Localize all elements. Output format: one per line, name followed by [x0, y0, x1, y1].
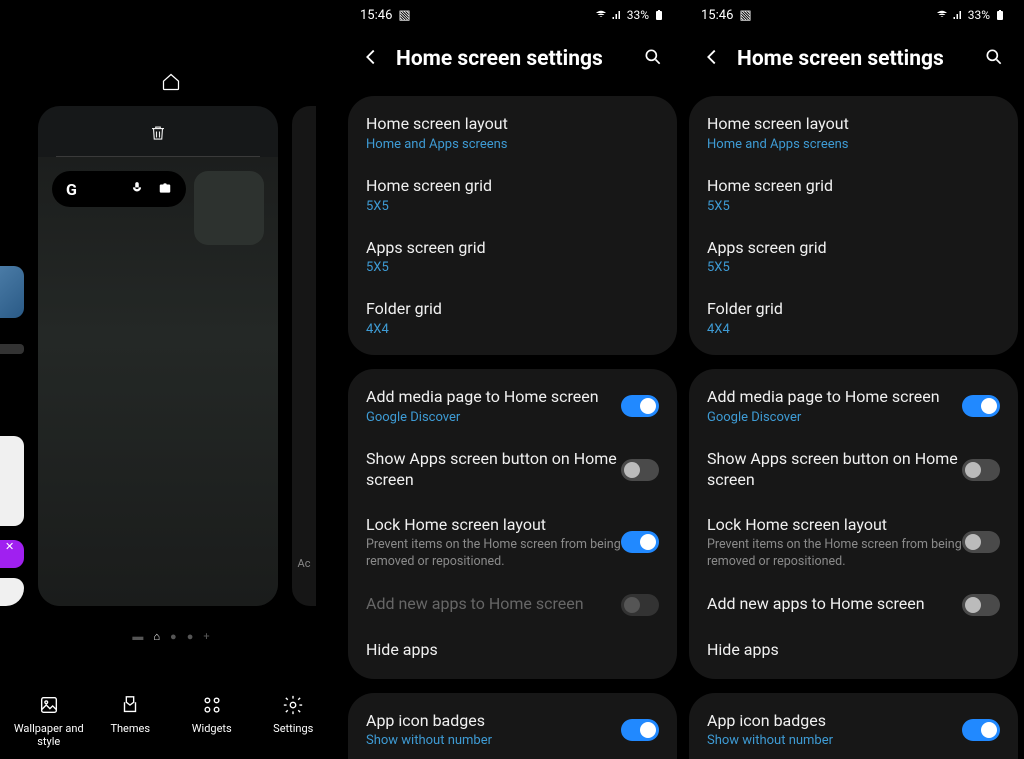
widget-thumb: [0, 344, 24, 354]
search-button[interactable]: [984, 47, 1004, 71]
card-badges: App icon badgesShow without number Swipe…: [689, 693, 1018, 759]
row-home-layout[interactable]: Home screen layoutHome and Apps screens: [348, 102, 677, 164]
toggle-media-page[interactable]: [621, 395, 659, 417]
toggle-badges[interactable]: [962, 719, 1000, 741]
row-apps-grid[interactable]: Apps screen grid5X5: [348, 226, 677, 288]
card-grid: Home screen layoutHome and Apps screens …: [689, 96, 1018, 355]
settings-button[interactable]: Settings: [258, 694, 328, 750]
toggle-show-apps[interactable]: [621, 459, 659, 481]
card-options: Add media page to Home screenGoogle Disc…: [689, 369, 1018, 678]
wallpaper-button[interactable]: Wallpaper and style: [14, 694, 84, 750]
home-editor-panel: G Ac ▬ ⌂ ● ● + W: [0, 0, 342, 759]
wifi-icon: [936, 9, 948, 21]
settings-panel-unlocked: 15:46 ▧ 33% Home screen settings Home sc…: [683, 0, 1024, 759]
widget-purple: [0, 540, 24, 568]
settings-header: Home screen settings: [683, 30, 1024, 96]
card-grid: Home screen layoutHome and Apps screens …: [348, 96, 677, 355]
page-title: Home screen settings: [737, 47, 944, 71]
row-home-grid[interactable]: Home screen grid5X5: [689, 164, 1018, 226]
status-bar: 15:46 ▧ 33%: [342, 0, 683, 30]
prev-page-sliver[interactable]: [0, 106, 24, 606]
page-dot: ●: [187, 630, 194, 643]
signal-icon: [611, 9, 623, 21]
notification-icon: ▧: [398, 8, 410, 23]
page-content: G: [38, 157, 278, 606]
battery-pct: 33%: [968, 8, 990, 22]
page-title: Home screen settings: [396, 47, 603, 71]
toggle-media-page[interactable]: [962, 395, 1000, 417]
signal-icon: [952, 9, 964, 21]
toggle-add-new-apps: [621, 594, 659, 616]
row-media-page[interactable]: Add media page to Home screenGoogle Disc…: [689, 375, 1018, 437]
battery-icon: [653, 9, 665, 21]
card-badges: App icon badgesShow without number Swipe…: [348, 693, 677, 759]
home-icon[interactable]: [161, 72, 181, 96]
notification-icon: ▧: [739, 8, 751, 23]
row-badges[interactable]: App icon badgesShow without number: [348, 699, 677, 759]
row-lock-layout[interactable]: Lock Home screen layoutPrevent items on …: [348, 503, 677, 582]
row-lock-layout[interactable]: Lock Home screen layoutPrevent items on …: [689, 503, 1018, 582]
battery-icon: [994, 9, 1006, 21]
row-add-new-apps[interactable]: Add new apps to Home screen: [689, 582, 1018, 628]
toggle-add-new-apps[interactable]: [962, 594, 1000, 616]
toggle-lock-layout[interactable]: [621, 531, 659, 553]
search-button[interactable]: [643, 47, 663, 71]
back-button[interactable]: [360, 46, 382, 72]
widget-white: [0, 436, 24, 526]
row-home-grid[interactable]: Home screen grid5X5: [348, 164, 677, 226]
settings-header: Home screen settings: [342, 30, 683, 96]
toggle-show-apps[interactable]: [962, 459, 1000, 481]
widgets-label: Widgets: [192, 722, 232, 736]
settings-scroll[interactable]: Home screen layoutHome and Apps screens …: [683, 96, 1024, 759]
row-home-layout[interactable]: Home screen layoutHome and Apps screens: [689, 102, 1018, 164]
row-folder-grid[interactable]: Folder grid4X4: [689, 287, 1018, 349]
toggle-lock-layout[interactable]: [962, 531, 1000, 553]
status-time: 15:46: [701, 8, 733, 23]
add-page-icon[interactable]: +: [203, 630, 209, 643]
themes-button[interactable]: Themes: [95, 694, 165, 750]
mic-icon[interactable]: [130, 180, 144, 199]
delete-page-button[interactable]: [56, 124, 260, 157]
settings-scroll[interactable]: Home screen layoutHome and Apps screens …: [342, 96, 683, 759]
back-button[interactable]: [701, 46, 723, 72]
page-dot: ●: [170, 630, 177, 643]
settings-panel-locked: 15:46 ▧ 33% Home screen settings Home sc…: [342, 0, 683, 759]
home-dot-icon: ⌂: [153, 630, 160, 643]
row-show-apps-btn[interactable]: Show Apps screen button on Home screen: [348, 437, 677, 503]
google-logo-icon: G: [66, 180, 77, 199]
page-carousel[interactable]: G Ac: [0, 106, 342, 606]
current-home-page[interactable]: G: [38, 106, 278, 606]
row-apps-grid[interactable]: Apps screen grid5X5: [689, 226, 1018, 288]
row-hide-apps[interactable]: Hide apps: [689, 628, 1018, 673]
row-folder-grid[interactable]: Folder grid4X4: [348, 287, 677, 349]
status-time: 15:46: [360, 8, 392, 23]
camera-icon[interactable]: [158, 180, 172, 199]
editor-bottom-bar: Wallpaper and style Themes Widgets Setti…: [0, 694, 342, 750]
card-options: Add media page to Home screenGoogle Disc…: [348, 369, 677, 678]
weather-widget[interactable]: [194, 171, 264, 245]
feed-dot: ▬: [132, 630, 143, 643]
widgets-button[interactable]: Widgets: [177, 694, 247, 750]
toggle-badges[interactable]: [621, 719, 659, 741]
row-show-apps-btn[interactable]: Show Apps screen button on Home screen: [689, 437, 1018, 503]
themes-label: Themes: [110, 722, 150, 736]
page-indicator[interactable]: ▬ ⌂ ● ● +: [132, 628, 209, 644]
battery-pct: 33%: [627, 8, 649, 22]
widget-white2: [0, 578, 24, 606]
row-badges[interactable]: App icon badgesShow without number: [689, 699, 1018, 759]
settings-label: Settings: [273, 722, 313, 736]
google-search-widget[interactable]: G: [52, 171, 186, 207]
wallpaper-label: Wallpaper and style: [14, 722, 84, 750]
contact-thumb: [0, 266, 24, 318]
status-bar: 15:46 ▧ 33%: [683, 0, 1024, 30]
sliver-label: Ac: [298, 557, 311, 576]
wifi-icon: [595, 9, 607, 21]
next-page-sliver[interactable]: Ac: [292, 106, 316, 606]
row-add-new-apps: Add new apps to Home screen: [348, 582, 677, 628]
row-hide-apps[interactable]: Hide apps: [348, 628, 677, 673]
row-media-page[interactable]: Add media page to Home screenGoogle Disc…: [348, 375, 677, 437]
